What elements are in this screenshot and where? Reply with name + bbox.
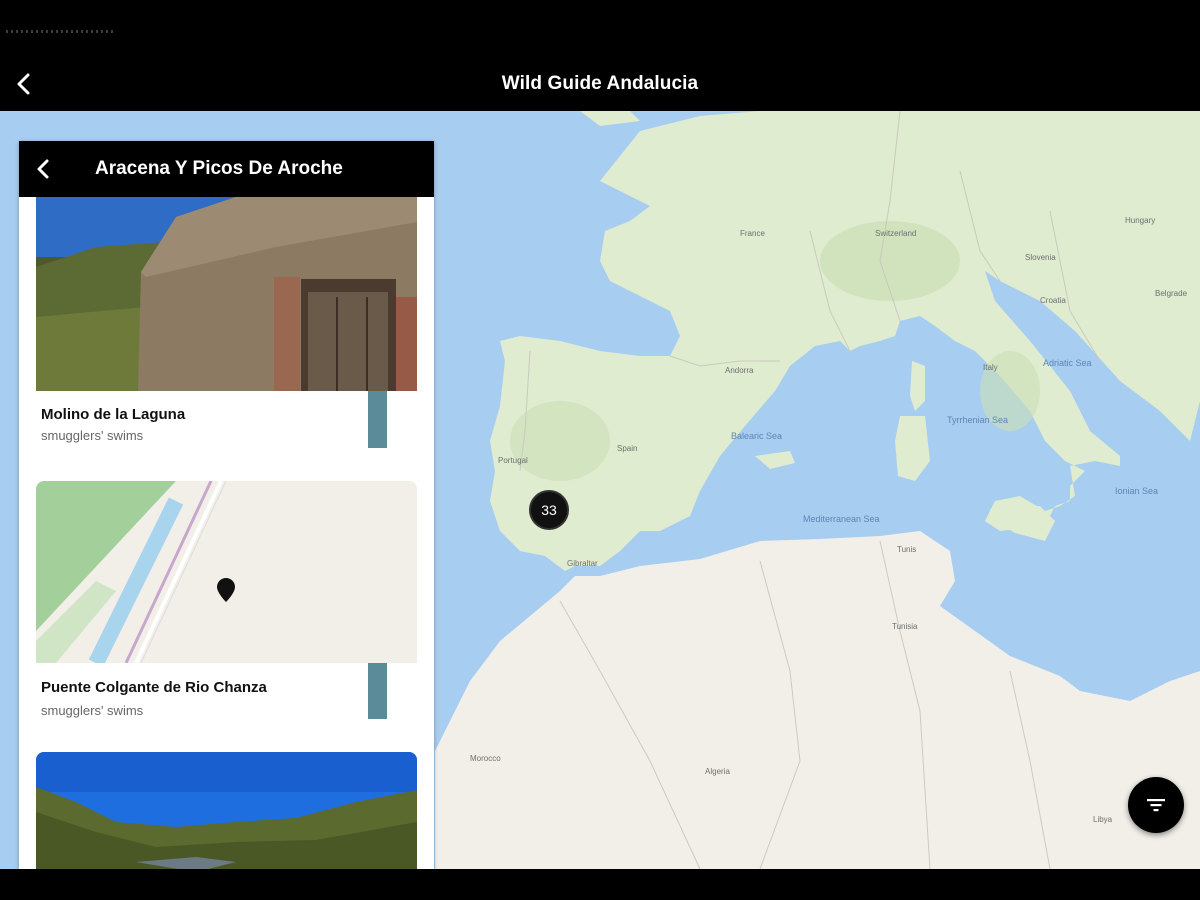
- panel-title: Aracena Y Picos De Aroche: [95, 158, 343, 179]
- label-andorra: Andorra: [725, 366, 754, 375]
- label-adriatic-sea: Adriatic Sea: [1043, 358, 1092, 368]
- label-ionian-sea: Ionian Sea: [1115, 486, 1159, 496]
- label-spain: Spain: [617, 444, 638, 453]
- place-card[interactable]: Puente Colgante de Rio Chanza smugglers'…: [36, 481, 417, 719]
- panel-header: Aracena Y Picos De Aroche: [19, 141, 434, 197]
- place-card[interactable]: [36, 752, 417, 869]
- place-list-panel: Aracena Y Picos De Aroche Molino de la L…: [19, 141, 434, 869]
- label-belgrade: Belgrade: [1155, 289, 1188, 298]
- status-indicators: [6, 30, 116, 33]
- africa-land: [435, 531, 1200, 869]
- label-gibraltar: Gibraltar: [567, 559, 598, 568]
- label-mediterranean-sea: Mediterranean Sea: [803, 514, 880, 524]
- label-switzerland: Switzerland: [875, 229, 917, 238]
- place-map-thumbnail: [36, 481, 417, 663]
- panel-back-button[interactable]: [31, 156, 57, 182]
- label-libya: Libya: [1093, 815, 1113, 824]
- label-croatia: Croatia: [1040, 296, 1066, 305]
- place-card-accent: [368, 391, 387, 448]
- label-algeria: Algeria: [705, 767, 730, 776]
- label-tunis: Tunis: [897, 545, 917, 554]
- label-portugal: Portugal: [498, 456, 528, 465]
- place-name: Puente Colgante de Rio Chanza: [41, 679, 267, 696]
- place-card[interactable]: Molino de la Laguna smugglers' swims: [36, 197, 417, 448]
- label-slovenia: Slovenia: [1025, 253, 1056, 262]
- label-hungary: Hungary: [1125, 216, 1156, 225]
- status-bar: [0, 0, 1200, 58]
- sicily: [990, 506, 1055, 541]
- label-balearic-sea: Balearic Sea: [731, 431, 783, 441]
- place-card-info: Puente Colgante de Rio Chanza smugglers'…: [36, 663, 368, 719]
- place-card-accent: [368, 663, 387, 719]
- label-tunisia: Tunisia: [892, 622, 918, 631]
- place-category: smugglers' swims: [41, 703, 144, 718]
- place-card-info: Molino de la Laguna smugglers' swims: [36, 391, 368, 448]
- chevron-left-icon: [37, 159, 49, 179]
- app-bar: Wild Guide Andalucia: [0, 58, 1200, 111]
- app-title: Wild Guide Andalucia: [501, 73, 699, 94]
- place-photo: [36, 197, 417, 391]
- balearic-islands: [755, 451, 795, 469]
- place-category: smugglers' swims: [41, 428, 144, 443]
- corsica-sardinia: [895, 361, 930, 481]
- system-navigation-bar: [0, 869, 1200, 900]
- label-tyrrhenian-sea: Tyrrhenian Sea: [947, 415, 1009, 425]
- label-morocco: Morocco: [470, 754, 501, 763]
- filter-icon: [1147, 799, 1165, 812]
- map-cluster-marker[interactable]: 33: [529, 490, 569, 530]
- place-name: Molino de la Laguna: [41, 406, 186, 423]
- label-france: France: [740, 229, 765, 238]
- label-italy: Italy: [983, 363, 998, 372]
- uk-land: [580, 111, 640, 126]
- place-photo: [36, 752, 417, 869]
- filter-button[interactable]: [1128, 777, 1184, 833]
